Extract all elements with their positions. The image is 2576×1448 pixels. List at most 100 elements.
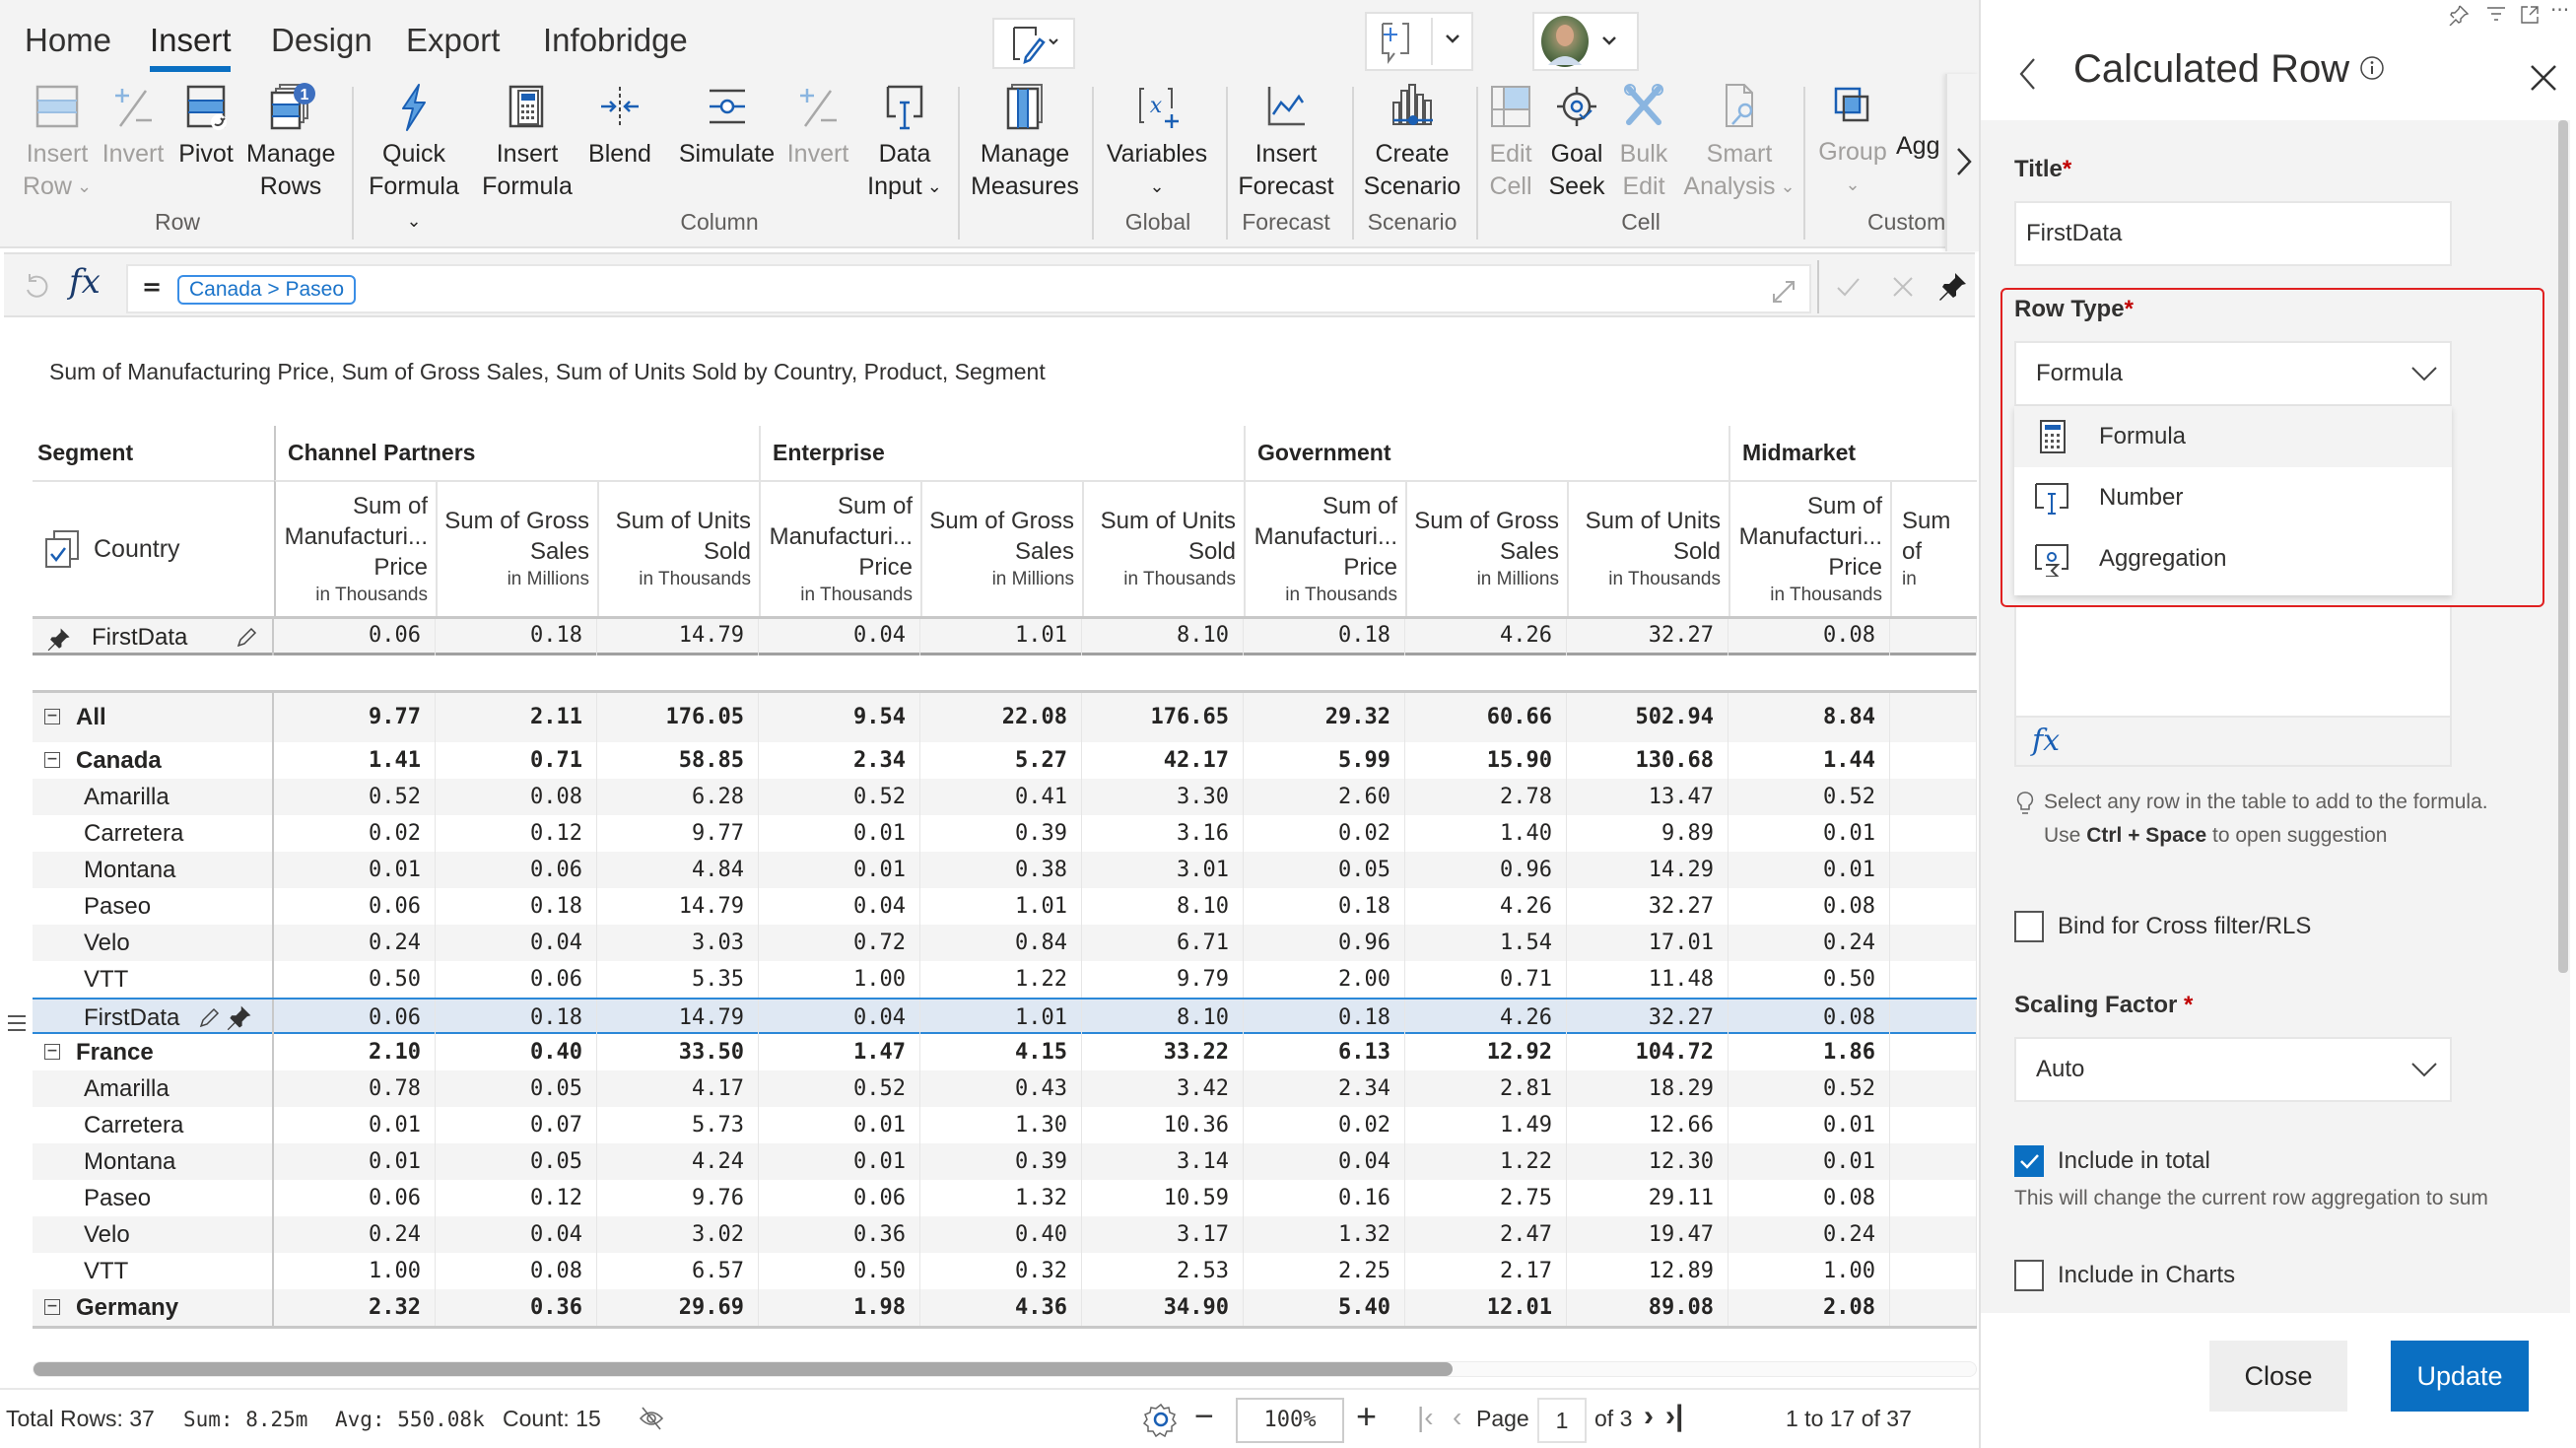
collapse-icon[interactable]: − [44, 709, 60, 724]
cell-value[interactable]: 0.52 [759, 1070, 920, 1107]
cell-value[interactable]: 33.22 [1082, 1034, 1244, 1070]
table-row[interactable]: − Germany 2.32 0.36 29.69 1.98 4.36 34.90 5.40 12… [33, 1289, 1977, 1326]
cell-value[interactable]: 0.08 [436, 1253, 597, 1289]
cell-value[interactable]: 3.03 [597, 925, 759, 961]
invert-column-button[interactable]: Invert [783, 81, 852, 171]
cell-value[interactable]: 1.86 [1729, 1034, 1890, 1070]
include-in-total-checkbox[interactable] [2014, 1145, 2044, 1177]
cell-value[interactable]: 6.57 [597, 1253, 759, 1289]
cell-value[interactable]: 4.17 [597, 1070, 759, 1107]
create-scenario-button[interactable]: Create Scenario [1358, 81, 1466, 203]
cell-value[interactable] [1890, 693, 1977, 742]
visual-edit-button[interactable] [992, 18, 1075, 69]
table-row[interactable]: Paseo 0.06 0.12 9.76 0.06 1.32 10.59 0.16 2.75 29… [33, 1180, 1977, 1216]
cell-value[interactable]: 0.02 [274, 815, 436, 852]
pin-icon[interactable] [46, 626, 72, 652]
cell-value[interactable]: 2.47 [1405, 1216, 1567, 1253]
table-row[interactable]: − France 2.10 0.40 33.50 1.47 4.15 33.22 6.13 12.… [33, 1034, 1977, 1070]
update-button[interactable]: Update [2391, 1341, 2529, 1412]
cell-value[interactable]: 12.89 [1567, 1253, 1729, 1289]
cell-value[interactable]: 1.44 [1729, 742, 1890, 779]
insert-forecast-button[interactable]: Insert Forecast [1232, 81, 1340, 203]
cell-value[interactable]: 1.00 [759, 961, 920, 998]
cell-value[interactable] [1890, 888, 1977, 925]
cell-value[interactable]: 0.32 [920, 1253, 1082, 1289]
expand-icon[interactable] [1770, 278, 1797, 306]
calculated-row-selected[interactable]: FirstData 0.06 0.18 14.79 0.04 1.01 8.10 0.18 4.… [33, 998, 1977, 1036]
cell-value[interactable]: 0.04 [759, 888, 920, 925]
cell-value[interactable]: 0.01 [1729, 1143, 1890, 1180]
prev-page-button[interactable]: ‹ [1453, 1402, 1461, 1433]
measure-header[interactable]: Sum of Manufacturi... Price in Thousands [274, 480, 436, 616]
edit-pencil-icon[interactable] [236, 627, 257, 649]
cell-value[interactable]: 0.24 [1729, 925, 1890, 961]
cell-value[interactable]: 0.04 [436, 1216, 597, 1253]
ribbon-scroll-right-button[interactable] [1945, 74, 1979, 251]
bind-cross-filter-checkbox[interactable] [2014, 911, 2044, 942]
measure-header[interactable]: Sum of Gross Sales in Millions [436, 480, 597, 616]
quick-formula-button[interactable]: Quick Formula ⌄ [360, 81, 468, 238]
cell-value[interactable]: 0.43 [920, 1070, 1082, 1107]
edit-cell-button[interactable]: Edit Cell [1481, 81, 1540, 203]
cell-value[interactable]: 0.50 [759, 1253, 920, 1289]
cell-value[interactable]: 0.06 [274, 888, 436, 925]
cell-value[interactable] [1890, 1070, 1977, 1107]
cell-value[interactable]: 5.35 [597, 961, 759, 998]
cell-value[interactable]: 8.10 [1082, 619, 1244, 655]
cell-value[interactable]: 89.08 [1567, 1289, 1729, 1326]
more-options-icon[interactable]: ··· [2550, 0, 2569, 22]
table-row[interactable]: Velo 0.24 0.04 3.02 0.36 0.40 3.17 1.32 2.47 19.4… [33, 1216, 1977, 1253]
cell-value[interactable]: 0.96 [1405, 852, 1567, 888]
cell-value[interactable]: 502.94 [1567, 693, 1729, 742]
table-row[interactable]: VTT 0.50 0.06 5.35 1.00 1.22 9.79 2.00 0.71 11.48… [33, 961, 1977, 998]
cell-value[interactable]: 1.54 [1405, 925, 1567, 961]
data-input-button[interactable]: Data Input ⌄ [857, 81, 952, 203]
tab-insert[interactable]: Insert [150, 22, 232, 59]
scaling-factor-dropdown[interactable]: Auto [2014, 1037, 2452, 1102]
cell-value[interactable]: 14.79 [597, 888, 759, 925]
cell-value[interactable]: 0.24 [1729, 1216, 1890, 1253]
table-row[interactable]: VTT 1.00 0.08 6.57 0.50 0.32 2.53 2.25 2.17 12.89… [33, 1253, 1977, 1289]
cell-value[interactable]: 2.60 [1244, 779, 1405, 815]
cell-value[interactable]: 0.05 [436, 1143, 597, 1180]
cell-value[interactable]: 1.98 [759, 1289, 920, 1326]
pinned-row[interactable]: FirstData 0.06 0.18 14.79 0.04 1.01 8.10 0.18 4.… [33, 616, 1977, 655]
cell-value[interactable]: 12.01 [1405, 1289, 1567, 1326]
cell-value[interactable] [1890, 1289, 1977, 1326]
next-page-button[interactable]: › [1644, 1400, 1654, 1433]
cell-value[interactable]: 104.72 [1567, 1034, 1729, 1070]
edit-pencil-icon[interactable] [198, 1007, 220, 1029]
pin-icon[interactable] [226, 1003, 253, 1031]
cell-value[interactable]: 2.34 [759, 742, 920, 779]
cell-value[interactable]: 0.05 [436, 1070, 597, 1107]
cell-value[interactable]: 29.69 [597, 1289, 759, 1326]
cell-value[interactable]: 1.47 [759, 1034, 920, 1070]
cell-value[interactable]: 1.00 [1729, 1253, 1890, 1289]
cell-value[interactable]: 6.28 [597, 779, 759, 815]
cell-value[interactable]: 0.38 [920, 852, 1082, 888]
cell-value[interactable]: 0.08 [1729, 1000, 1890, 1036]
cell-value[interactable]: 3.16 [1082, 815, 1244, 852]
cell-value[interactable]: 60.66 [1405, 693, 1567, 742]
collapse-icon[interactable]: − [44, 1298, 60, 1315]
cell-value[interactable]: 19.47 [1567, 1216, 1729, 1253]
cell-value[interactable] [1890, 1034, 1977, 1070]
cell-value[interactable]: 130.68 [1567, 742, 1729, 779]
horizontal-scrollbar[interactable] [33, 1361, 1977, 1377]
cell-value[interactable]: 12.92 [1405, 1034, 1567, 1070]
cell-value[interactable]: 2.00 [1244, 961, 1405, 998]
cell-value[interactable]: 0.72 [759, 925, 920, 961]
cell-value[interactable]: 1.01 [920, 1000, 1082, 1036]
cell-value[interactable] [1890, 1000, 1977, 1036]
option-number[interactable]: Number [2014, 467, 2452, 528]
fx-icon[interactable]: fx [2032, 724, 2060, 758]
cell-value[interactable]: 0.01 [274, 1107, 436, 1143]
cell-value[interactable]: 1.22 [920, 961, 1082, 998]
cell-value[interactable]: 0.41 [920, 779, 1082, 815]
cell-value[interactable]: 34.90 [1082, 1289, 1244, 1326]
cell-value[interactable]: 3.01 [1082, 852, 1244, 888]
cell-value[interactable] [1890, 1180, 1977, 1216]
measure-header[interactable]: Sum of Units Sold in Thousands [597, 480, 759, 616]
tab-export[interactable]: Export [406, 22, 500, 59]
segment-enterprise[interactable]: Enterprise [759, 426, 1244, 480]
